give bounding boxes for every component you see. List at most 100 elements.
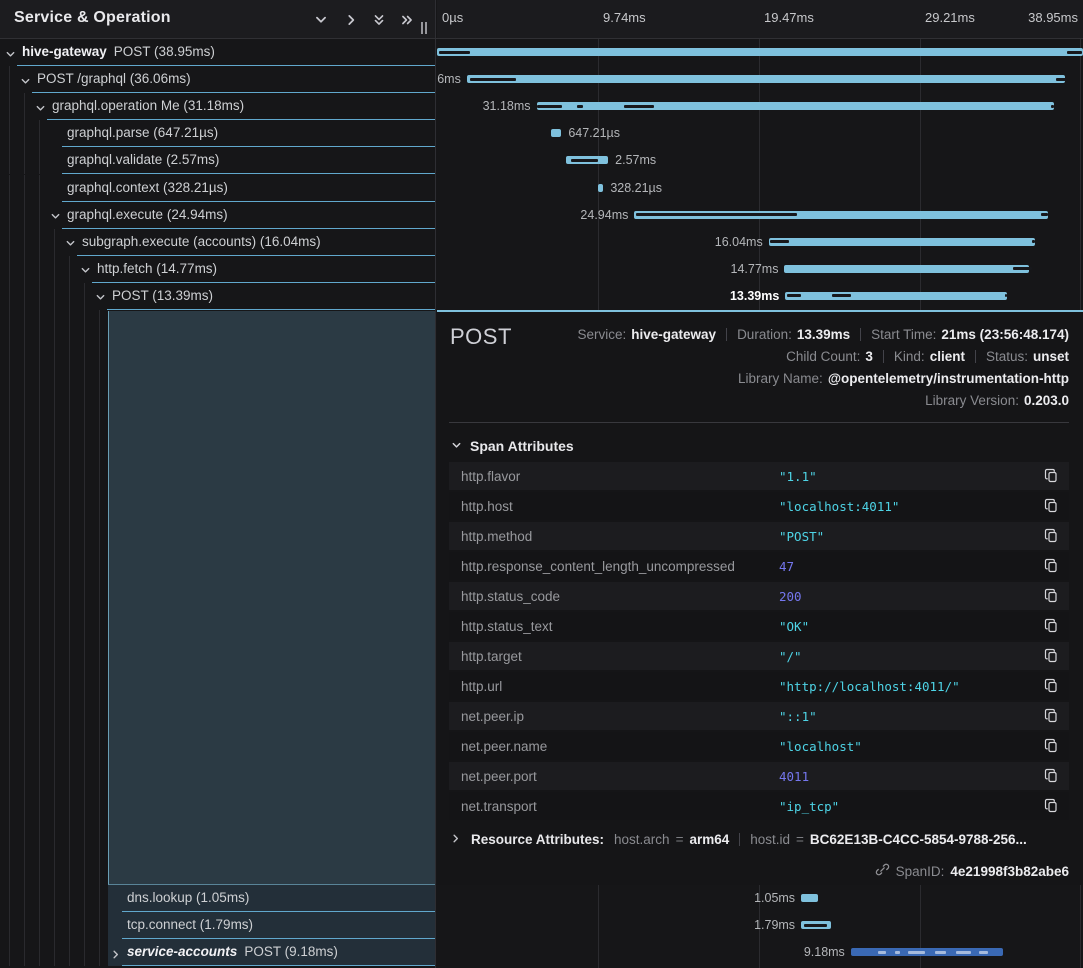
indent-guide	[39, 310, 40, 966]
span-bar[interactable]	[801, 894, 818, 902]
span-row[interactable]: graphql.validate (2.57ms)	[0, 147, 435, 174]
span-bar[interactable]	[467, 75, 1065, 83]
chevron-down-icon[interactable]	[20, 74, 32, 86]
span-bar[interactable]	[851, 948, 1003, 956]
span-row[interactable]: graphql.context (328.21µs)	[0, 175, 435, 202]
span-row[interactable]: POST (13.39ms)	[0, 283, 435, 310]
meta-line: Service:hive-gatewayDuration:13.39msStar…	[577, 324, 1069, 346]
span-duration-label: 328.21µs	[610, 181, 662, 195]
operation-name: graphql.parse (647.21µs)	[67, 125, 218, 140]
chevron-down-icon[interactable]	[5, 47, 17, 59]
copy-icon[interactable]	[1044, 648, 1060, 664]
span-bar-cell[interactable]: 13.39ms	[437, 283, 1083, 310]
child-span-marker	[636, 213, 797, 216]
copy-icon[interactable]	[1044, 768, 1060, 784]
indent-guide	[9, 202, 10, 229]
attribute-row: http.method"POST"	[449, 522, 1069, 550]
copy-icon[interactable]	[1044, 498, 1060, 514]
resource-value: BC62E13B-C4CC-5854-9788-256...	[810, 832, 1027, 847]
span-bar-cell[interactable]: 9.18ms	[437, 939, 1083, 966]
child-span-marker	[770, 240, 788, 243]
chevron-right-icon[interactable]	[110, 947, 122, 959]
meta-value: unset	[1033, 349, 1069, 364]
span-bar[interactable]	[801, 921, 831, 929]
panel-divider[interactable]	[435, 0, 436, 968]
span-bar[interactable]	[769, 238, 1035, 246]
span-bar-cell[interactable]	[437, 39, 1083, 66]
span-row[interactable]: POST /graphql (36.06ms)	[0, 66, 435, 93]
expand-all-icon[interactable]	[398, 11, 416, 29]
span-bar[interactable]	[551, 129, 562, 137]
span-name: graphql.parse (647.21µs)	[67, 125, 218, 140]
attribute-row: http.status_code200	[449, 582, 1069, 610]
span-bar-cell[interactable]: 1.79ms	[437, 912, 1083, 939]
span-name: POST (13.39ms)	[112, 288, 213, 303]
chevron-down-icon[interactable]	[50, 209, 62, 221]
copy-icon[interactable]	[1044, 528, 1060, 544]
span-bar[interactable]	[598, 184, 603, 192]
link-icon[interactable]	[875, 862, 890, 880]
copy-icon[interactable]	[1044, 798, 1060, 814]
row-underline	[122, 965, 435, 966]
span-bar-cell[interactable]: 24.94ms	[437, 202, 1083, 229]
span-bar-cell[interactable]: 31.18ms	[437, 93, 1083, 120]
span-attributes-toggle[interactable]: Span Attributes	[451, 438, 574, 454]
span-row[interactable]: tcp.connect (1.79ms)	[0, 912, 435, 939]
span-row[interactable]: http.fetch (14.77ms)	[0, 256, 435, 283]
meta-divider	[860, 328, 861, 341]
copy-icon[interactable]	[1044, 708, 1060, 724]
span-row[interactable]: hive-gatewayPOST (38.95ms)	[0, 39, 435, 66]
chevron-down-icon[interactable]	[35, 101, 47, 113]
resize-grip[interactable]	[421, 22, 428, 34]
copy-icon[interactable]	[1044, 588, 1060, 604]
span-bar-cell[interactable]: 14.77ms	[437, 256, 1083, 283]
span-bar[interactable]	[566, 156, 609, 164]
span-bar-cell[interactable]: 647.21µs	[437, 120, 1083, 147]
span-name: graphql.context (328.21µs)	[67, 180, 228, 195]
chevron-right-icon	[450, 832, 461, 847]
chevron-down-icon[interactable]	[65, 236, 77, 248]
span-row[interactable]: graphql.execute (24.94ms)	[0, 202, 435, 229]
meta-label: Status:	[986, 349, 1028, 364]
span-bar[interactable]	[537, 102, 1054, 110]
span-bar-cell[interactable]: 328.21µs	[437, 175, 1083, 202]
copy-icon[interactable]	[1044, 678, 1060, 694]
chevron-down-icon[interactable]	[80, 263, 92, 275]
tick-label: 0µs	[442, 10, 463, 25]
span-bar-cell[interactable]: 1.05ms	[437, 885, 1083, 912]
attribute-key: net.peer.ip	[461, 709, 524, 724]
span-bar-cell[interactable]: 2.57ms	[437, 147, 1083, 174]
copy-icon[interactable]	[1044, 558, 1060, 574]
span-bar[interactable]	[785, 292, 1007, 300]
span-row[interactable]: graphql.parse (647.21µs)	[0, 120, 435, 147]
span-bar[interactable]	[634, 211, 1048, 219]
chevron-down-icon[interactable]	[95, 290, 107, 302]
child-span-marker	[832, 294, 851, 297]
span-duration-label: 13.39ms	[730, 289, 779, 303]
span-row[interactable]: service-accountsPOST (9.18ms)	[0, 939, 435, 966]
resource-attributes-row[interactable]: Resource Attributes:host.arch=arm64host.…	[450, 832, 1027, 847]
meta-divider	[726, 328, 727, 341]
collapse-one-icon[interactable]	[312, 11, 330, 29]
span-attributes-title: Span Attributes	[470, 438, 574, 454]
child-span-marker	[1005, 294, 1007, 297]
span-duration-label: 1.05ms	[754, 891, 795, 905]
collapse-all-icon[interactable]	[370, 11, 388, 29]
span-bar[interactable]	[437, 48, 1083, 56]
child-span-marker	[470, 78, 516, 81]
child-span-marker	[571, 159, 598, 162]
copy-icon[interactable]	[1044, 738, 1060, 754]
meta-value: client	[930, 349, 965, 364]
meta-divider	[975, 350, 976, 363]
span-bar[interactable]	[784, 265, 1029, 273]
attribute-key: http.flavor	[461, 469, 520, 484]
meta-value: hive-gateway	[631, 327, 716, 342]
copy-icon[interactable]	[1044, 618, 1060, 634]
span-row[interactable]: subgraph.execute (accounts) (16.04ms)	[0, 229, 435, 256]
copy-icon[interactable]	[1044, 468, 1060, 484]
span-bar-cell[interactable]: 16.04ms	[437, 229, 1083, 256]
span-bar-cell[interactable]: 36.06ms	[437, 66, 1083, 93]
span-row[interactable]: dns.lookup (1.05ms)	[0, 885, 435, 912]
span-row[interactable]: graphql.operation Me (31.18ms)	[0, 93, 435, 120]
expand-one-icon[interactable]	[342, 11, 360, 29]
